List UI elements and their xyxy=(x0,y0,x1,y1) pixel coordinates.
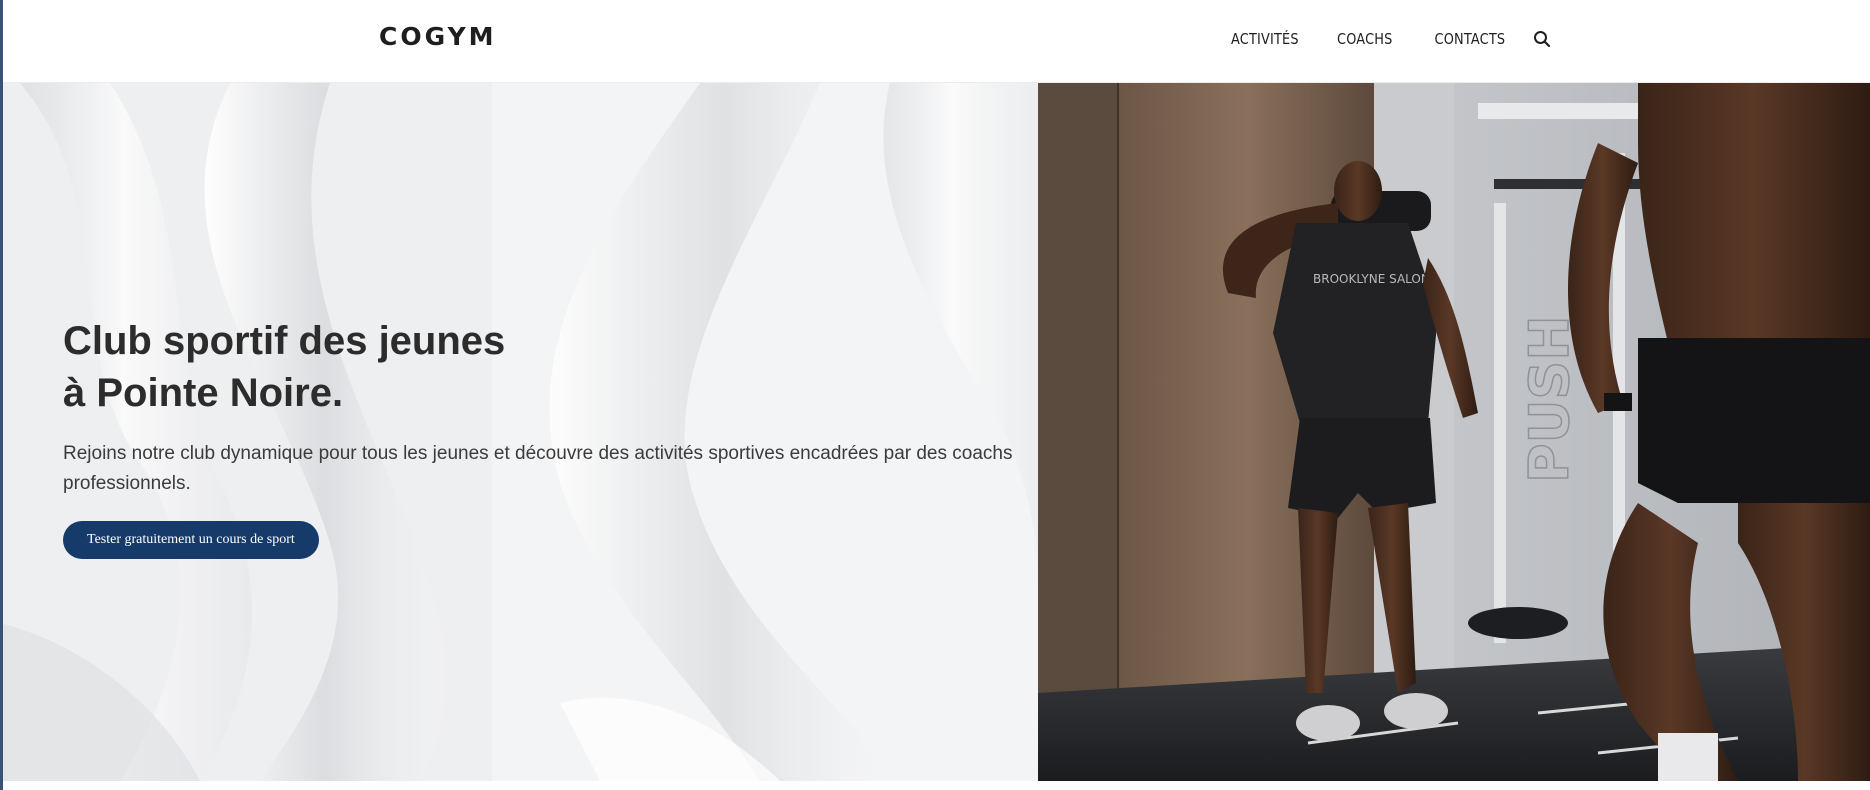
search-icon[interactable] xyxy=(1531,28,1553,50)
site-logo[interactable]: COGYM xyxy=(379,22,497,51)
nav-item-activites[interactable]: ACTIVITÉS xyxy=(1231,30,1299,48)
main-nav: ACTIVITÉS COACHS CONTACTS xyxy=(1190,28,1553,50)
nav-item-coachs[interactable]: COACHS xyxy=(1337,30,1392,48)
gym-athletes-photo: PUSH BROOKLYNE SALON xyxy=(1038,83,1870,781)
shirt-print-text: BROOKLYNE SALON xyxy=(1313,272,1430,286)
nav-item-contacts[interactable]: CONTACTS xyxy=(1434,30,1505,48)
hero-subtitle: Rejoins notre club dynamique pour tous l… xyxy=(63,443,1013,494)
page-bottom-strip xyxy=(0,781,1870,790)
hero-title-line-2: à Pointe Noire. xyxy=(63,371,344,415)
wall-push-text: PUSH xyxy=(1518,315,1581,483)
site-header: COGYM ACTIVITÉS COACHS CONTACTS xyxy=(0,0,1870,83)
hero-title: Club sportif des jeunes à Pointe Noire. xyxy=(63,315,1023,419)
free-trial-button[interactable]: Tester gratuitement un cours de sport xyxy=(63,521,319,559)
hero-content: Club sportif des jeunes à Pointe Noire. … xyxy=(63,315,1023,559)
hero-text-panel: Club sportif des jeunes à Pointe Noire. … xyxy=(0,83,1038,781)
landing-page: COGYM ACTIVITÉS COACHS CONTACTS Club spo… xyxy=(0,0,1870,790)
window-edge xyxy=(0,0,3,790)
hero-photo: PUSH BROOKLYNE SALON xyxy=(1038,83,1870,781)
hero-title-line-1: Club sportif des jeunes xyxy=(63,319,506,363)
